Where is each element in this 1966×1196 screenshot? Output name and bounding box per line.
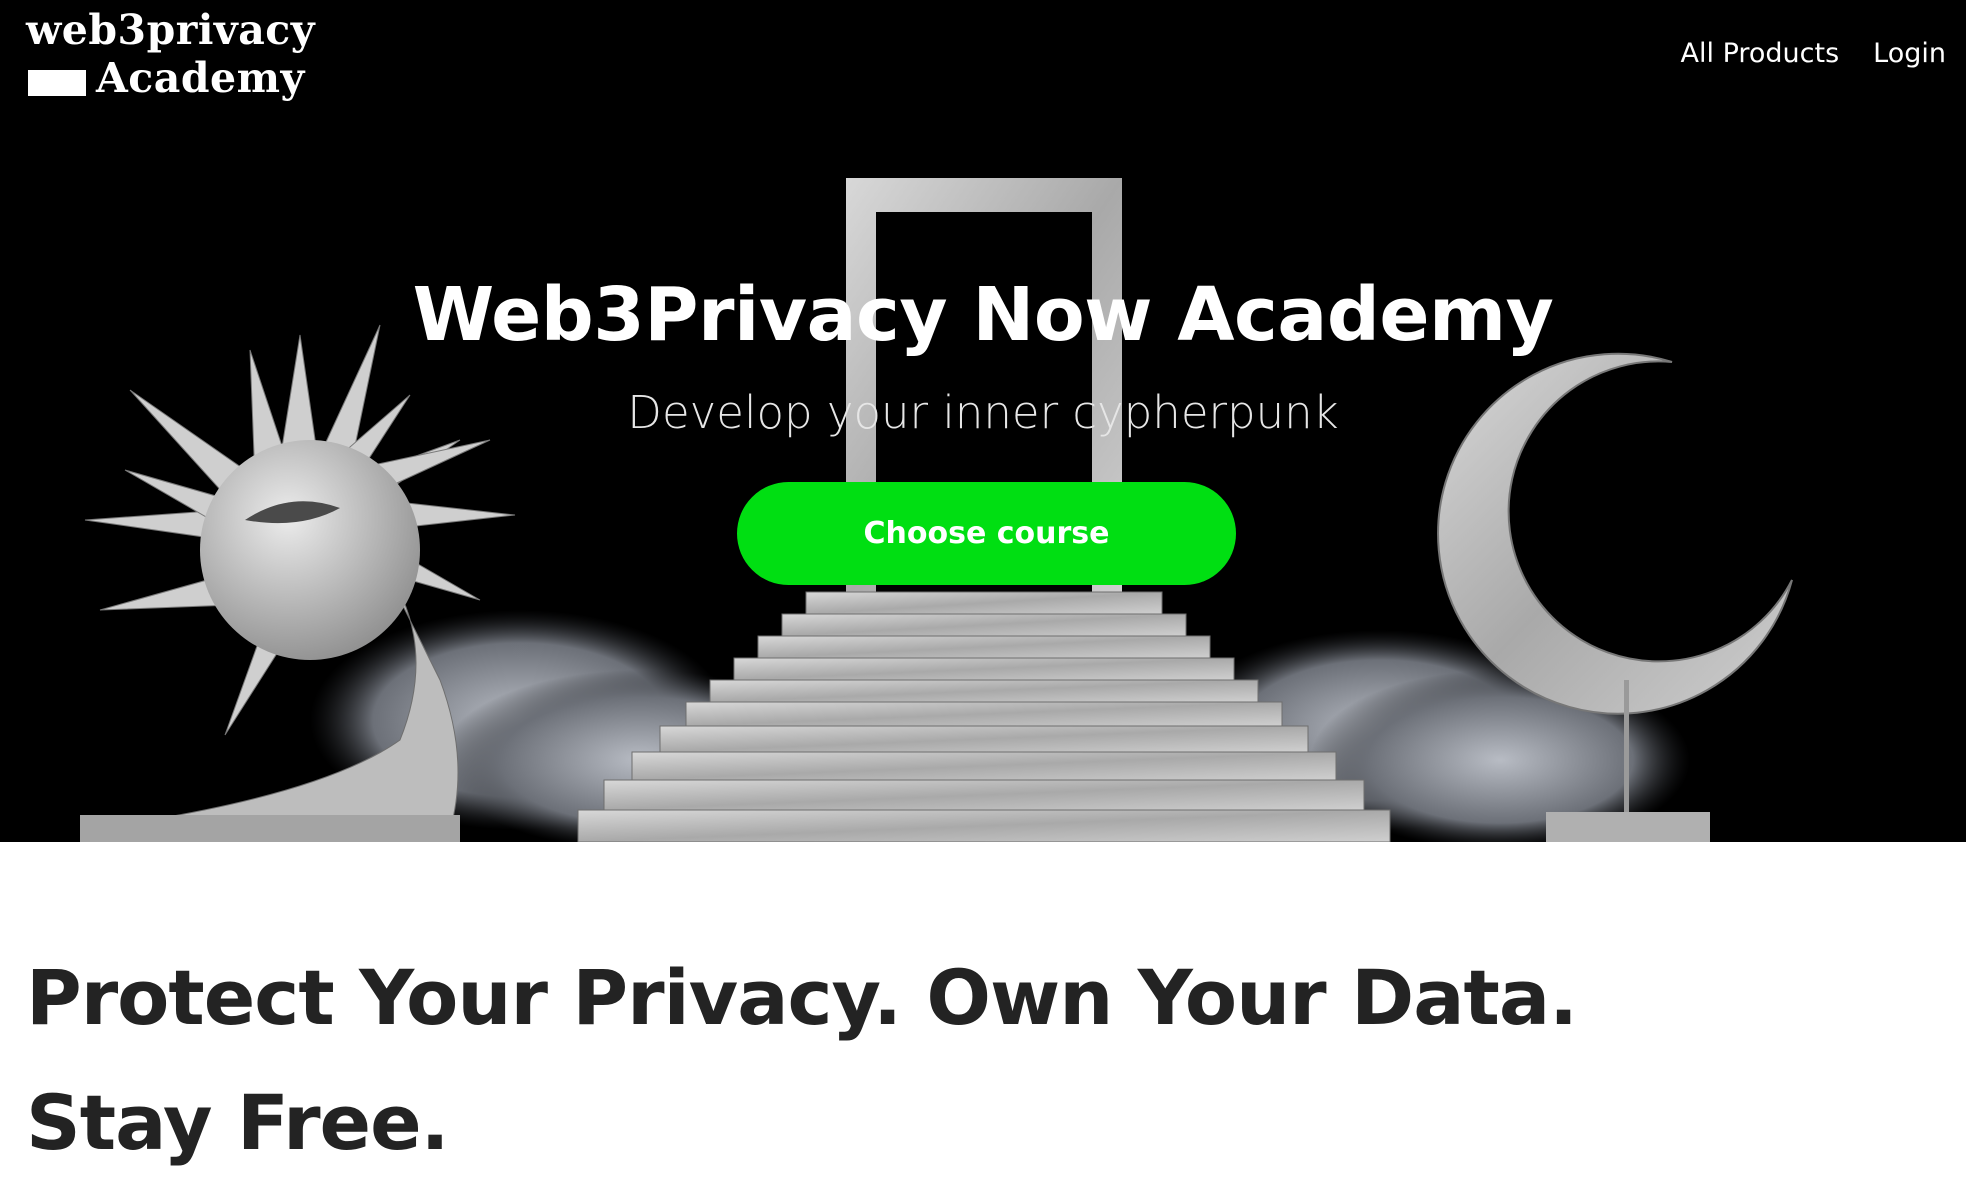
nav-all-products-link[interactable]: All Products — [1681, 38, 1840, 69]
choose-course-button[interactable]: Choose course — [737, 482, 1236, 585]
hero-subtitle: Develop your inner cypherpunk — [627, 386, 1339, 439]
hero-title: Web3Privacy Now Academy — [412, 272, 1554, 358]
logo-text-line2: Academy — [96, 54, 305, 102]
staircase — [577, 591, 1391, 842]
top-nav: All Products Login — [1681, 38, 1946, 69]
logo-bar-mark — [28, 70, 86, 96]
nav-login-link[interactable]: Login — [1873, 38, 1946, 69]
logo-text-line1: web3privacy — [26, 6, 316, 54]
hero-banner: web3privacy Academy All Products Login W… — [0, 0, 1966, 842]
site-logo[interactable]: web3privacy Academy — [26, 6, 356, 110]
headline-line1: Protect Your Privacy. Own Your Data. — [26, 953, 1578, 1042]
headline-line2: Stay Free. — [26, 1078, 450, 1167]
